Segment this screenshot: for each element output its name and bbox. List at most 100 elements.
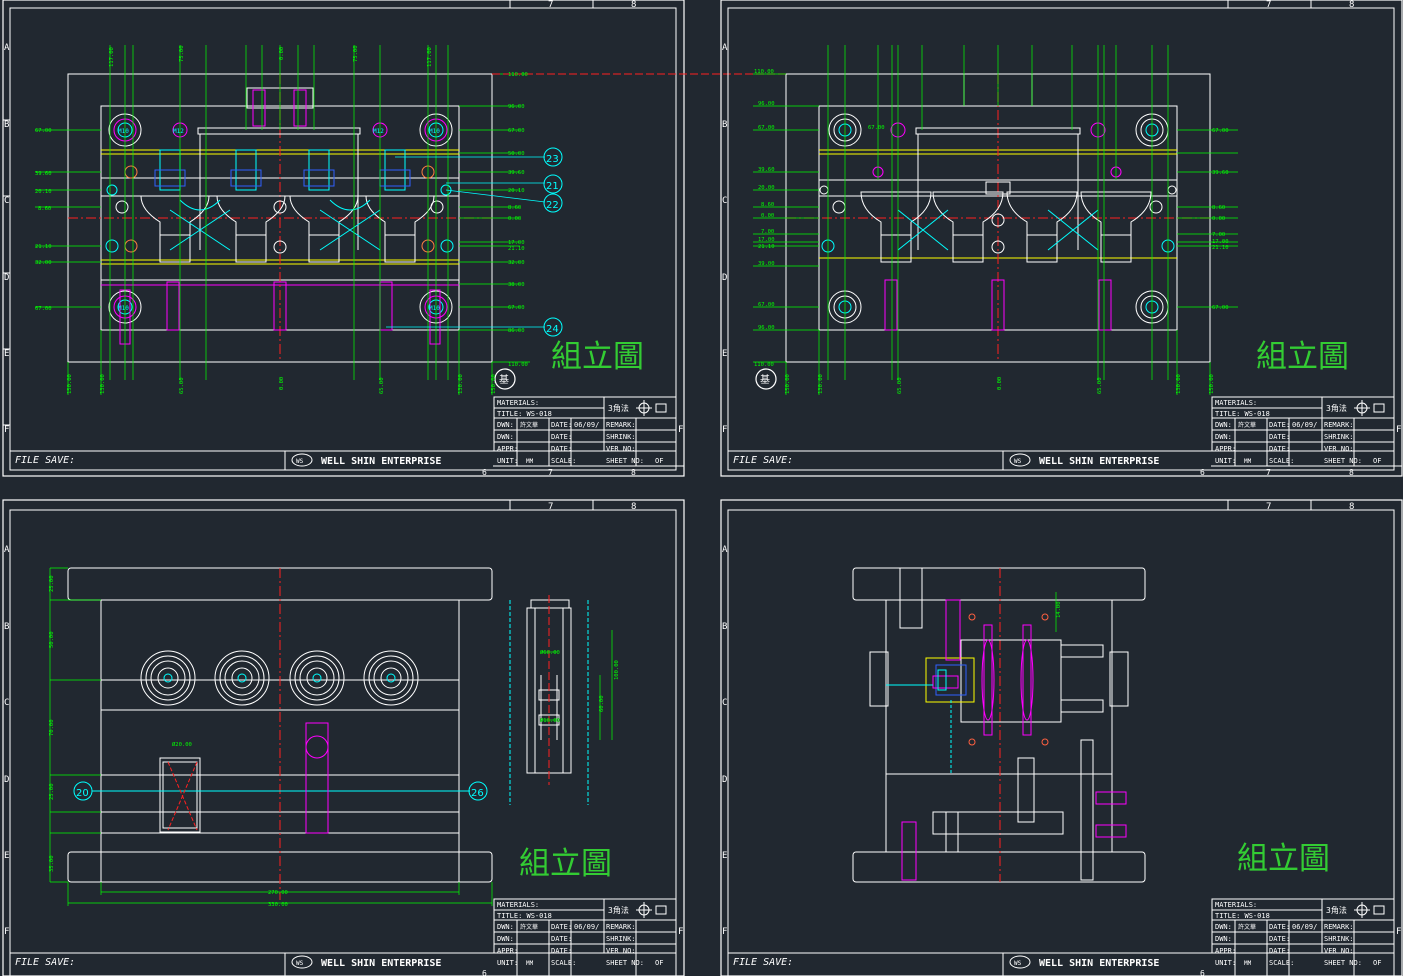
svg-text:B: B [4,120,9,130]
svg-text:UNIT:: UNIT: [1215,959,1236,967]
svg-text:F: F [678,927,683,937]
svg-text:Ø16.00: Ø16.00 [540,717,560,724]
svg-text:M12: M12 [173,128,184,135]
svg-text:許文華: 許文華 [1238,923,1256,931]
svg-text:APPR:: APPR: [497,445,518,453]
svg-text:06/09/: 06/09/ [574,421,599,429]
svg-text:8: 8 [1349,0,1354,10]
svg-text:MM: MM [526,458,534,465]
svg-text:SHEET NO:: SHEET NO: [1324,959,1362,967]
svg-text:23: 23 [546,154,559,165]
svg-text:130.00: 130.00 [100,374,106,394]
svg-text:B: B [722,120,727,130]
svg-text:DATE:: DATE: [551,947,572,955]
svg-text:3角法: 3角法 [1326,905,1347,915]
svg-text:M10: M10 [118,305,129,312]
svg-text:75.00: 75.00 [353,45,359,62]
svg-text:DATE:: DATE: [1269,445,1290,453]
svg-text:DATE:: DATE: [1269,935,1290,943]
svg-text:39.00: 39.00 [758,261,775,267]
company-name: WELL SHIN ENTERPRISE [321,456,441,467]
svg-text:8.60: 8.60 [761,202,774,208]
svg-text:D: D [4,775,9,785]
svg-text:A: A [722,545,728,555]
svg-text:OF: OF [655,457,663,465]
svg-text:REMARK:: REMARK: [606,923,636,931]
svg-text:270.00: 270.00 [268,890,288,896]
view-title: 組立圖 [519,846,612,882]
svg-text:35.00: 35.00 [49,855,55,872]
svg-text:B: B [4,622,9,632]
mold-rear-view [753,45,1238,395]
svg-text:DATE:: DATE: [551,935,572,943]
svg-text:6: 6 [482,468,487,477]
svg-text:M10: M10 [429,128,440,135]
svg-text:39.60: 39.60 [35,171,52,177]
svg-text:32.00: 32.00 [508,260,525,266]
svg-text:許文華: 許文華 [520,923,538,931]
svg-text:C: C [4,196,9,206]
svg-text:DWN:: DWN: [497,433,514,441]
svg-text:8.60: 8.60 [1212,205,1225,211]
svg-text:TITLE: WS-018: TITLE: WS-018 [497,912,552,920]
svg-text:330.00: 330.00 [268,902,288,908]
svg-text:DATE:: DATE: [1269,421,1290,429]
svg-text:20.10: 20.10 [508,188,525,194]
svg-text:REMARK:: REMARK: [1324,923,1354,931]
svg-text:DWN:: DWN: [1215,923,1232,931]
file-save-label: FILE SAVE: [15,455,75,466]
svg-text:MATERIALS:: MATERIALS: [497,399,539,407]
svg-text:20.00: 20.00 [758,185,775,191]
svg-text:150.00: 150.00 [491,374,497,394]
svg-text:0.00: 0.00 [1212,216,1225,222]
svg-text:WS: WS [296,960,304,967]
svg-text:UNIT:: UNIT: [497,959,518,967]
svg-text:8: 8 [1349,468,1354,477]
svg-text:14.00: 14.00 [1056,601,1062,618]
svg-text:06/09/: 06/09/ [1292,421,1317,429]
svg-text:67.00: 67.00 [1212,128,1229,134]
svg-text:DATE:: DATE: [551,421,572,429]
svg-text:96.00: 96.00 [758,325,775,331]
datum-symbol-text: 基 [499,373,509,386]
panel-front: 7 8 A B C D E F F FILE SAVE: WS WELL SHI… [2,0,790,477]
svg-text:REMARK:: REMARK: [1324,421,1354,429]
svg-text:DWN:: DWN: [497,421,514,429]
svg-text:E: E [722,349,727,359]
svg-text:F: F [678,425,683,435]
svg-text:A: A [4,43,10,53]
svg-text:7: 7 [1266,468,1271,477]
mold-front-view [35,45,790,395]
svg-text:8: 8 [1349,502,1354,512]
svg-text:MATERIALS:: MATERIALS: [1215,399,1257,407]
svg-text:6: 6 [482,969,487,976]
svg-text:F: F [4,425,9,435]
svg-text:67.00: 67.00 [758,125,775,131]
svg-text:C: C [4,698,9,708]
svg-text:VER NO:: VER NO: [1324,445,1354,453]
svg-text:Ø20.00: Ø20.00 [172,741,192,748]
svg-text:25.00: 25.00 [49,575,55,592]
title-block: MATERIALS: TITLE: WS-018 3角法 DWN: 許文華 DA… [493,396,677,466]
svg-text:39.60: 39.60 [1212,170,1229,176]
svg-text:MM: MM [526,960,534,967]
svg-text:20.10: 20.10 [35,189,52,195]
svg-text:22: 22 [546,200,559,211]
company-name: WELL SHIN ENTERPRISE [1039,958,1159,969]
svg-text:3角法: 3角法 [1326,403,1347,413]
svg-text:F: F [722,927,727,937]
svg-text:67.00: 67.00 [35,306,52,312]
svg-text:TITLE: WS-018: TITLE: WS-018 [1215,410,1270,418]
svg-text:21.10: 21.10 [1212,245,1229,251]
svg-text:MM: MM [1244,458,1252,465]
svg-text:M10: M10 [118,128,129,135]
svg-text:OF: OF [1373,959,1381,967]
file-save-label: FILE SAVE: [15,957,75,968]
svg-text:7: 7 [548,502,553,512]
svg-text:8.60: 8.60 [508,205,521,211]
view-title: 組立圖 [551,339,644,375]
svg-text:21: 21 [546,181,559,192]
svg-text:基: 基 [760,373,770,386]
outer-frame [2,0,685,477]
svg-text:SHEET NO:: SHEET NO: [606,959,644,967]
